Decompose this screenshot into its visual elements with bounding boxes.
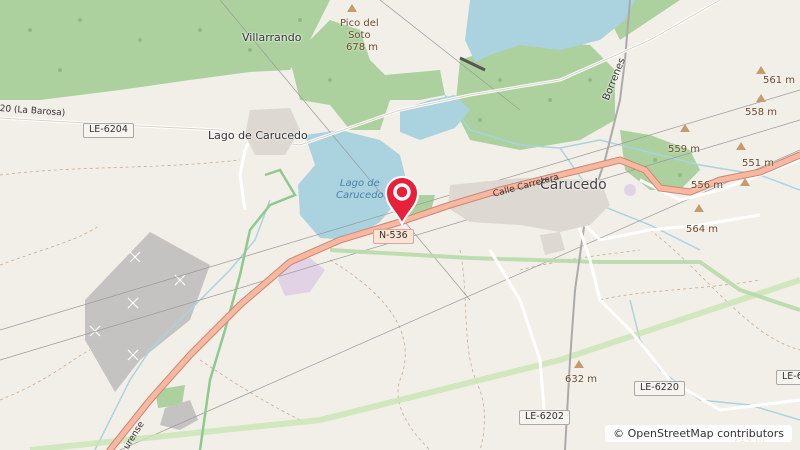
map-view[interactable]: Villarrando Lago de Carucedo Carucedo Bo… xyxy=(0,0,800,450)
road-shield-n536: N-536 xyxy=(373,229,414,244)
map-pin-icon xyxy=(384,176,420,227)
elevation-561: 561 m xyxy=(763,75,796,86)
elevation-551: 551 m xyxy=(742,158,775,169)
attribution-link[interactable]: OpenStreetMap contributors xyxy=(628,427,784,440)
elevation-632: 632 m xyxy=(565,374,598,385)
road-shield-le-edge: LE-6 xyxy=(776,370,800,385)
peak-pico-del-soto-elevation: 678 m xyxy=(346,42,379,53)
landuse-dot xyxy=(624,184,636,196)
elevation-559: 559 m xyxy=(668,144,701,155)
location-marker[interactable] xyxy=(382,174,422,227)
water-lago-de-carucedo: Lago de Carucedo xyxy=(336,178,384,201)
elevation-558: 558 m xyxy=(745,107,778,118)
elevation-556: 556 m xyxy=(691,180,724,191)
place-lago-de-carucedo: Lago de Carucedo xyxy=(208,129,308,142)
peak-pico-del-soto-name: Pico del Soto xyxy=(340,18,379,41)
place-villarrando: Villarrando xyxy=(242,31,302,44)
attribution[interactable]: © OpenStreetMap contributors xyxy=(605,425,792,442)
copyright-icon: © xyxy=(613,427,625,440)
road-shield-le6220: LE-6220 xyxy=(634,381,685,396)
elevation-564: 564 m xyxy=(686,224,719,235)
road-shield-le6204: LE-6204 xyxy=(83,123,134,138)
road-shield-le6202: LE-6202 xyxy=(519,410,570,425)
